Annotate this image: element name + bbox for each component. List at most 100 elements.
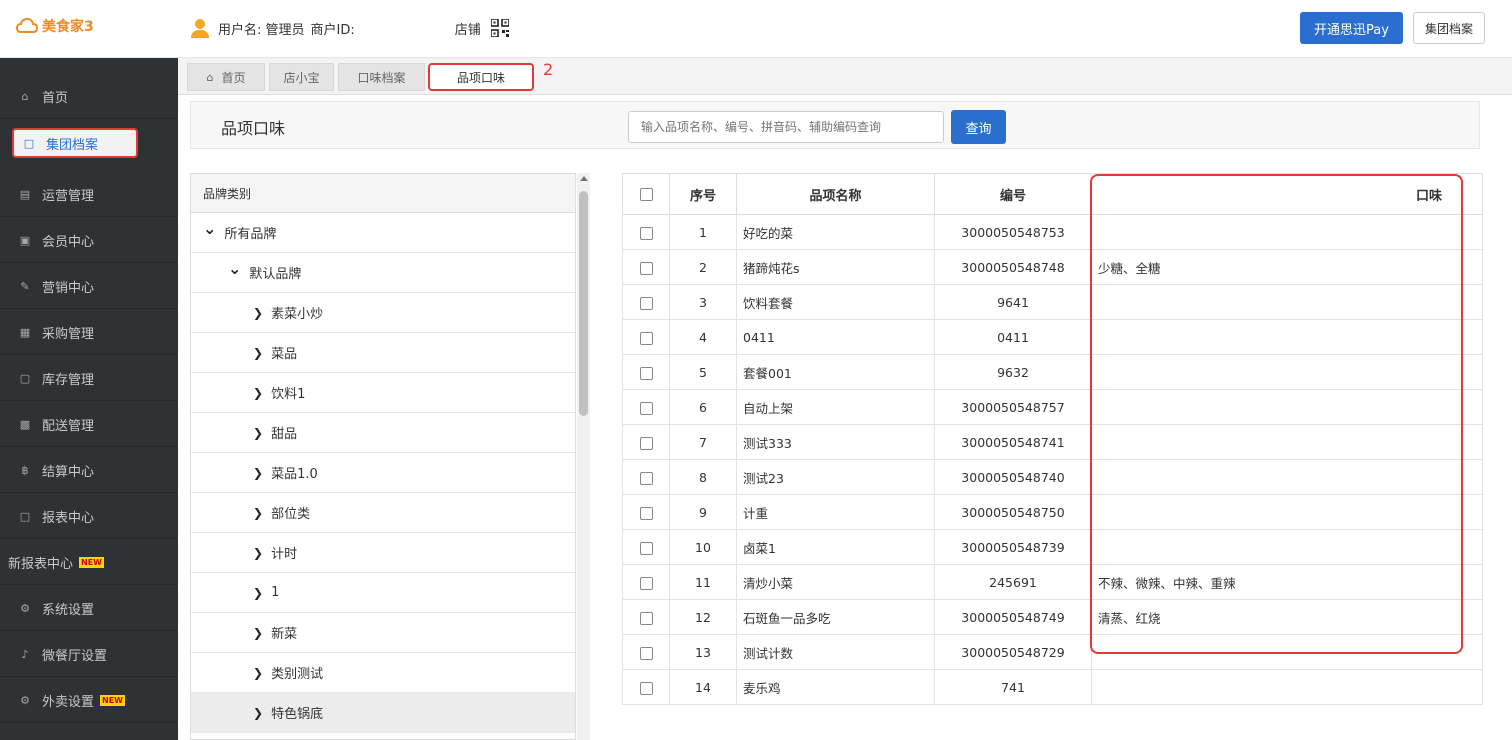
app-logo[interactable]: 美食家3 (16, 16, 94, 36)
sidebar-item-7[interactable]: ▩ 配送管理 (0, 403, 178, 447)
search-input[interactable] (628, 111, 944, 143)
document-icon: □ (23, 136, 35, 150)
tree-scrollbar[interactable] (577, 173, 590, 740)
tab-store-assistant[interactable]: 店小宝 (269, 63, 334, 91)
tree-node[interactable]: ❯ 菜品 (191, 333, 575, 373)
table-row[interactable]: 2 猪蹄炖花s 3000050548748 少糖、全糖 (622, 249, 1483, 285)
sidebar-item-9[interactable]: □ 报表中心 (0, 495, 178, 539)
row-select-cell[interactable] (622, 529, 670, 565)
row-checkbox[interactable] (639, 576, 653, 590)
chevron-right-icon[interactable]: ❯ (253, 306, 263, 320)
sidebar-item-12[interactable]: ♪ 微餐厅设置 (0, 633, 178, 677)
chevron-right-icon[interactable]: ❯ (253, 586, 263, 600)
sidebar-item-6[interactable]: ▢ 库存管理 (0, 357, 178, 401)
row-checkbox[interactable] (639, 611, 653, 625)
table-row[interactable]: 5 套餐001 9632 (622, 354, 1483, 390)
row-select-cell[interactable] (622, 669, 670, 705)
table-row[interactable]: 3 饮料套餐 9641 (622, 284, 1483, 320)
row-checkbox[interactable] (639, 401, 653, 415)
row-select-cell[interactable] (622, 249, 670, 285)
tree-node[interactable]: ❯ 饮料1 (191, 373, 575, 413)
sidebar-item-11[interactable]: ⚙ 系统设置 (0, 587, 178, 631)
tree-node[interactable]: ❯ 新菜 (191, 613, 575, 653)
chevron-down-icon[interactable]: ⌄ (203, 220, 216, 236)
chevron-right-icon[interactable]: ❯ (253, 506, 263, 520)
table-row[interactable]: 13 测试计数 3000050548729 (622, 634, 1483, 670)
chevron-right-icon[interactable]: ❯ (253, 386, 263, 400)
sidebar-item-5[interactable]: ▦ 采购管理 (0, 311, 178, 355)
table-row[interactable]: 7 测试333 3000050548741 (622, 424, 1483, 460)
sidebar-item-13[interactable]: ⚙ 外卖设置 NEW (0, 679, 178, 723)
table-row[interactable]: 9 计重 3000050548750 (622, 494, 1483, 530)
sidebar-item-8[interactable]: ฿ 结算中心 (0, 449, 178, 493)
scroll-thumb[interactable] (579, 191, 588, 416)
table-row[interactable]: 12 石斑鱼一品多吃 3000050548749 清蒸、红烧 (622, 599, 1483, 635)
row-checkbox[interactable] (639, 366, 653, 380)
table-row[interactable]: 6 自动上架 3000050548757 (622, 389, 1483, 425)
tab-flavor-archive[interactable]: 口味档案 (338, 63, 425, 91)
row-select-cell[interactable] (622, 214, 670, 250)
row-select-cell[interactable] (622, 284, 670, 320)
row-checkbox[interactable] (639, 681, 653, 695)
qr-code-icon[interactable] (490, 19, 509, 37)
sidebar-item-10[interactable]: 新报表中心 NEW (0, 541, 178, 585)
row-select-cell[interactable] (622, 354, 670, 390)
row-checkbox[interactable] (639, 646, 653, 660)
tree-node[interactable]: ❯ 1 (191, 573, 575, 613)
table-row[interactable]: 10 卤菜1 3000050548739 (622, 529, 1483, 565)
sidebar-item-0[interactable]: ⌂ 首页 (0, 75, 178, 119)
row-checkbox[interactable] (639, 541, 653, 555)
chevron-right-icon[interactable]: ❯ (253, 666, 263, 680)
tree-node[interactable]: ⌄ 默认品牌 (191, 253, 575, 293)
select-all-checkbox[interactable] (639, 187, 653, 201)
sidebar-item-2[interactable]: ▤ 运营管理 (0, 173, 178, 217)
select-all-cell[interactable] (622, 173, 670, 215)
tab-item-flavor[interactable]: 品项口味 (428, 63, 534, 91)
row-select-cell[interactable] (622, 389, 670, 425)
tree-node[interactable]: ❯ 素菜小炒 (191, 293, 575, 333)
tree-node[interactable]: ❯ 类别测试 (191, 653, 575, 693)
row-select-cell[interactable] (622, 459, 670, 495)
row-checkbox[interactable] (639, 471, 653, 485)
tab-home[interactable]: ⌂ 首页 (187, 63, 265, 91)
tree-node[interactable]: ❯ 特色锅底 (191, 693, 575, 733)
table-row[interactable]: 4 0411 0411 (622, 319, 1483, 355)
row-checkbox[interactable] (639, 331, 653, 345)
chevron-right-icon[interactable]: ❯ (253, 426, 263, 440)
row-checkbox[interactable] (639, 506, 653, 520)
group-archive-button[interactable]: 集团档案 (1413, 12, 1485, 44)
sidebar-item-3[interactable]: ▣ 会员中心 (0, 219, 178, 263)
table-row[interactable]: 1 好吃的菜 3000050548753 (622, 214, 1483, 250)
chevron-right-icon[interactable]: ❯ (253, 346, 263, 360)
row-checkbox[interactable] (639, 436, 653, 450)
tree-node[interactable]: ⌄ 所有品牌 (191, 213, 575, 253)
tree-node[interactable]: ❯ 计时 (191, 533, 575, 573)
chevron-down-icon[interactable]: ⌄ (228, 260, 241, 276)
row-checkbox[interactable] (639, 261, 653, 275)
row-checkbox[interactable] (639, 226, 653, 240)
search-button[interactable]: 查询 (951, 110, 1006, 144)
table-row[interactable]: 14 麦乐鸡 741 (622, 669, 1483, 705)
row-select-cell[interactable] (622, 634, 670, 670)
row-checkbox[interactable] (639, 296, 653, 310)
chevron-right-icon[interactable]: ❯ (253, 466, 263, 480)
sidebar-item-1[interactable]: □ 集团档案 (12, 128, 138, 158)
tree-node[interactable]: ❯ 菜品1.0 (191, 453, 575, 493)
chevron-right-icon[interactable]: ❯ (253, 706, 263, 720)
chart-icon: ▤ (19, 188, 31, 201)
row-select-cell[interactable] (622, 599, 670, 635)
tree-node[interactable]: ❯ 部位类 (191, 493, 575, 533)
table-row[interactable]: 8 测试23 3000050548740 (622, 459, 1483, 495)
row-select-cell[interactable] (622, 319, 670, 355)
tree-node[interactable]: ❯ 甜品 (191, 413, 575, 453)
row-select-cell[interactable] (622, 424, 670, 460)
row-select-cell[interactable] (622, 564, 670, 600)
chevron-right-icon[interactable]: ❯ (253, 546, 263, 560)
row-select-cell[interactable] (622, 494, 670, 530)
open-pay-button[interactable]: 开通思迅Pay (1300, 12, 1403, 44)
chevron-right-icon[interactable]: ❯ (253, 626, 263, 640)
table-row[interactable]: 11 清炒小菜 245691 不辣、微辣、中辣、重辣 (622, 564, 1483, 600)
scroll-up-arrow-icon[interactable] (580, 176, 588, 181)
column-header-code: 编号 (934, 173, 1092, 215)
sidebar-item-4[interactable]: ✎ 营销中心 (0, 265, 178, 309)
